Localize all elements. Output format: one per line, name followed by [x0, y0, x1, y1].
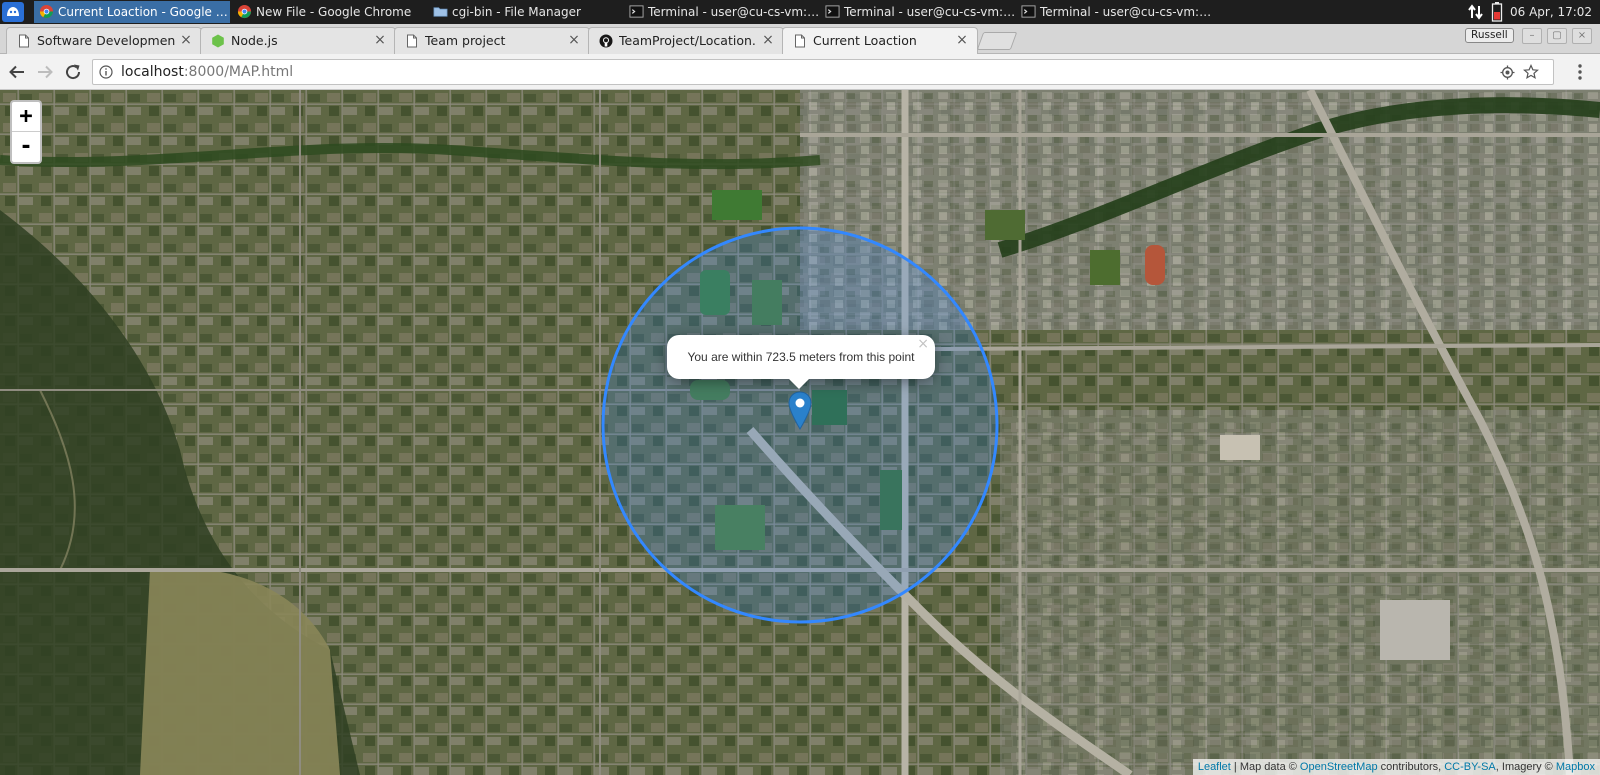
tab-close-icon[interactable]: ×: [373, 33, 387, 47]
tab-label: Node.js: [231, 33, 278, 48]
profile-button[interactable]: Russell: [1465, 28, 1514, 43]
tab-label: Team project: [425, 33, 506, 48]
tab-close-icon[interactable]: ×: [179, 33, 193, 47]
forward-arrow-icon[interactable]: [34, 61, 56, 83]
minimize-icon[interactable]: –: [1522, 28, 1542, 44]
map-container[interactable]: + - You are within 723.5 meters from thi…: [0, 90, 1600, 775]
bookmark-star-icon[interactable]: [1523, 64, 1539, 80]
tab-label: Current Loaction: [813, 33, 917, 48]
tab-current-location[interactable]: Current Loaction ×: [782, 27, 978, 55]
location-crosshair-icon[interactable]: [1500, 65, 1515, 80]
new-tab-button[interactable]: [976, 32, 1018, 50]
page-icon: [19, 34, 29, 48]
url-host: localhost: [121, 64, 184, 80]
tab-label: Software Development: [37, 33, 175, 48]
taskbar-item-label: cgi-bin - File Manager: [452, 5, 581, 19]
attribution-contributors: contributors,: [1377, 761, 1445, 773]
taskbar-item-terminal-1[interactable]: Terminal - user@cu-cs-vm: ~...: [624, 1, 820, 23]
taskbar-item-label: Terminal - user@cu-cs-vm: ~...: [648, 5, 820, 19]
app-menu-icon: [7, 7, 19, 16]
leaflet-link[interactable]: Leaflet: [1198, 761, 1231, 773]
browser-toolbar: localhost:8000/MAP.html: [0, 54, 1600, 90]
browser-tab-strip: Software Development × Node.js × Team pr…: [0, 24, 1600, 55]
page-icon: [407, 34, 417, 48]
terminal-icon: [629, 5, 644, 18]
location-marker-icon[interactable]: [787, 391, 813, 431]
zoom-control: + -: [10, 100, 42, 164]
address-bar[interactable]: localhost:8000/MAP.html: [92, 59, 1554, 85]
tab-close-icon[interactable]: ×: [761, 33, 775, 47]
url-text: localhost:8000/MAP.html: [121, 60, 293, 84]
battery-icon[interactable]: [1490, 0, 1504, 24]
attribution-separator: | Map data ©: [1230, 761, 1300, 773]
popup-tip: [789, 379, 809, 389]
zoom-out-button[interactable]: -: [12, 132, 40, 162]
tab-close-icon[interactable]: ×: [567, 33, 581, 47]
location-accuracy-circle[interactable]: [0, 90, 1600, 775]
page-icon: [795, 34, 805, 48]
popup-close-icon[interactable]: ×: [917, 337, 929, 351]
start-menu-button[interactable]: [2, 2, 24, 22]
taskbar-item-terminal-3[interactable]: Terminal - user@cu-cs-vm: ~...: [1016, 1, 1212, 23]
openstreetmap-link[interactable]: OpenStreetMap: [1300, 761, 1378, 773]
taskbar-item-chrome-newfile[interactable]: New File - Google Chrome: [232, 1, 428, 23]
chrome-icon: [237, 4, 252, 19]
taskbar-item-label: Terminal - user@cu-cs-vm: ~...: [844, 5, 1016, 19]
taskbar-item-chrome-current[interactable]: Current Loaction - Google C...: [34, 1, 230, 23]
license-link[interactable]: CC-BY-SA: [1444, 761, 1496, 773]
github-icon: [599, 34, 613, 48]
close-window-icon[interactable]: ×: [1572, 28, 1592, 44]
back-arrow-icon[interactable]: [6, 61, 28, 83]
tab-nodejs[interactable]: Node.js ×: [200, 27, 396, 54]
maximize-icon[interactable]: ▢: [1547, 28, 1567, 44]
nodejs-icon: [212, 34, 224, 48]
folder-icon: [433, 7, 448, 17]
zoom-in-button[interactable]: +: [12, 102, 40, 132]
site-info-icon[interactable]: [99, 65, 113, 79]
os-taskbar: Current Loaction - Google C... New File …: [0, 0, 1600, 24]
taskbar-item-terminal-2[interactable]: Terminal - user@cu-cs-vm: ~...: [820, 1, 1016, 23]
popup-text: You are within 723.5 meters from this po…: [687, 350, 915, 364]
location-popup: You are within 723.5 meters from this po…: [667, 335, 935, 389]
system-clock[interactable]: 06 Apr, 17:02: [1510, 0, 1600, 24]
terminal-icon: [825, 5, 840, 18]
taskbar-item-label: New File - Google Chrome: [256, 5, 412, 19]
terminal-icon: [1021, 5, 1036, 18]
taskbar-item-label: Terminal - user@cu-cs-vm: ~...: [1040, 5, 1212, 19]
map-attribution: Leaflet | Map data © OpenStreetMap contr…: [1192, 759, 1600, 775]
url-path: :8000/MAP.html: [183, 64, 294, 80]
tab-github-location[interactable]: TeamProject/Location.h ×: [588, 27, 784, 54]
browser-menu-icon[interactable]: [1572, 63, 1588, 81]
mapbox-link[interactable]: Mapbox: [1556, 761, 1595, 773]
attribution-imagery: , Imagery ©: [1495, 761, 1556, 773]
taskbar-item-label: Current Loaction - Google C...: [58, 5, 230, 19]
tab-team-project[interactable]: Team project ×: [394, 27, 590, 54]
network-transfer-icon[interactable]: [1466, 0, 1486, 24]
chrome-icon: [39, 4, 54, 19]
tab-close-icon[interactable]: ×: [955, 33, 969, 47]
tab-label: TeamProject/Location.h: [619, 33, 757, 48]
taskbar-item-file-manager[interactable]: cgi-bin - File Manager: [428, 1, 624, 23]
tab-software-development[interactable]: Software Development ×: [6, 27, 202, 54]
reload-icon[interactable]: [62, 61, 84, 83]
